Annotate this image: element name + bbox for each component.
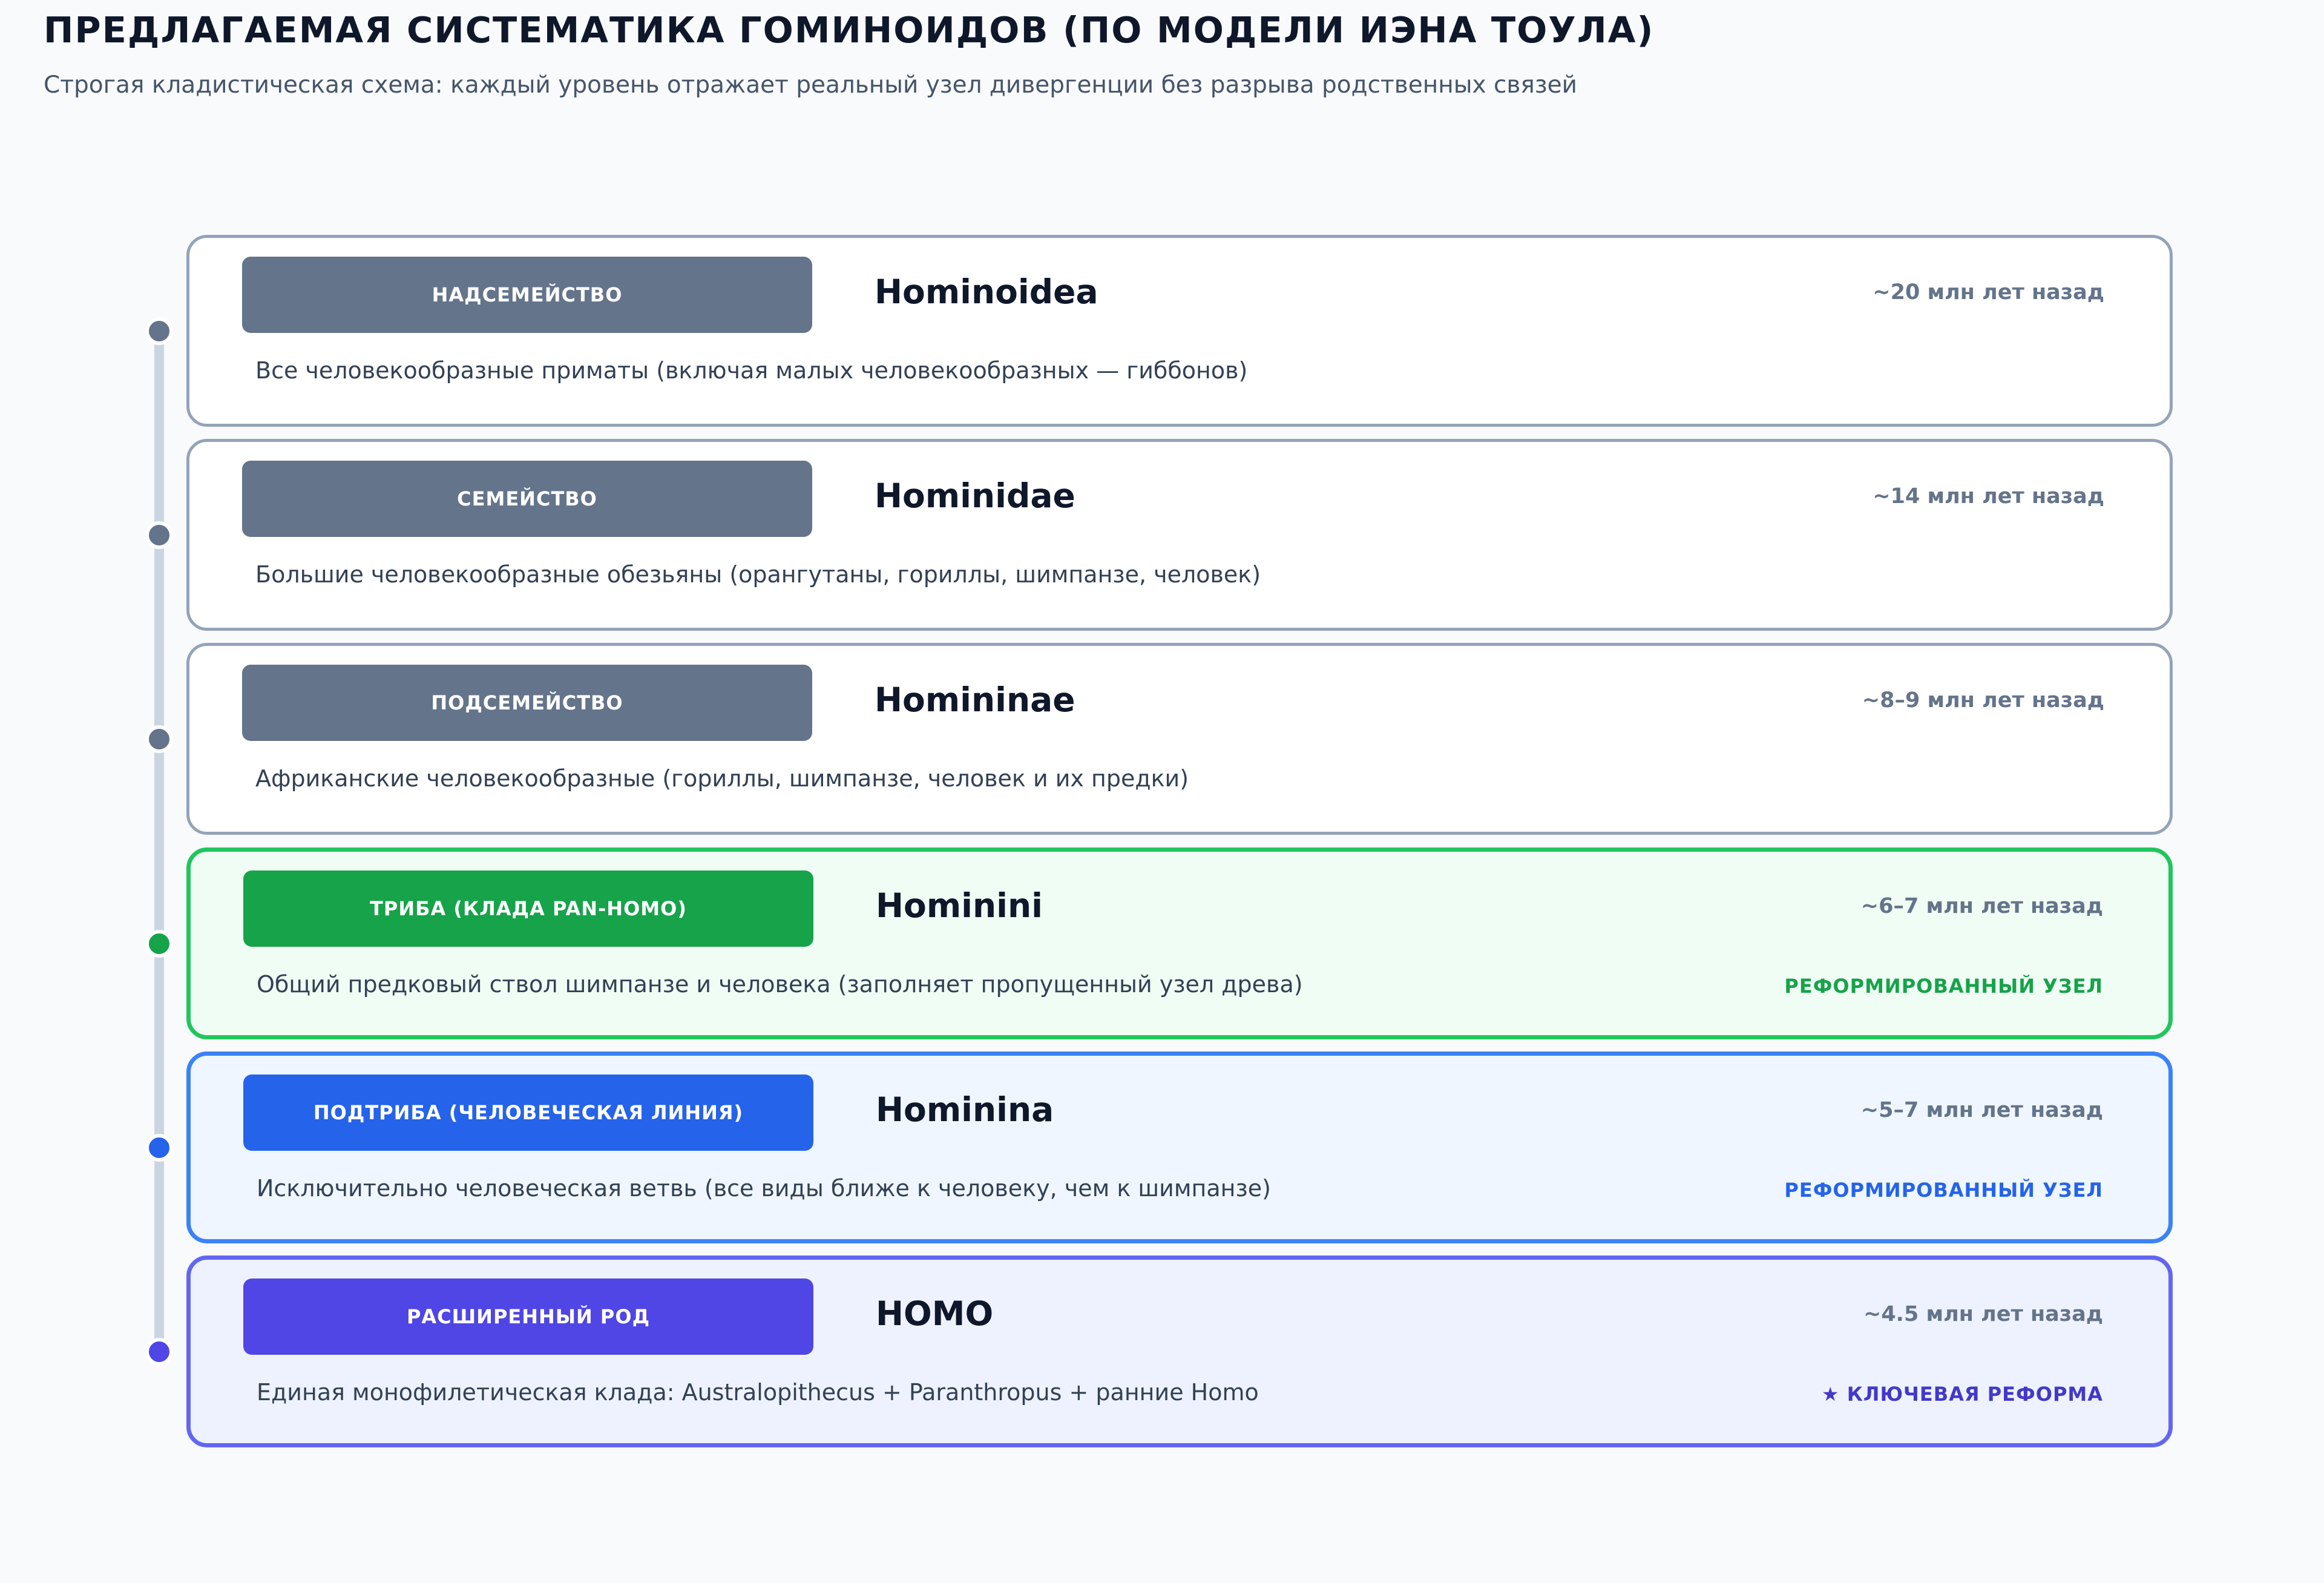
taxon-description: Все человекообразные приматы (включая ма… [255, 357, 1248, 384]
divergence-time: ~6–7 млн лет назад [1860, 894, 2103, 918]
taxon-card-hominina: ПОДТРИБА (ЧЕЛОВЕЧЕСКАЯ ЛИНИЯ) Hominina ~… [186, 1051, 2173, 1243]
timeline-dot [145, 1338, 173, 1366]
taxon-name: HOMO [876, 1294, 994, 1333]
taxon-name: Hominina [876, 1090, 1054, 1129]
taxon-description: Общий предковый ствол шимпанзе и человек… [257, 971, 1303, 998]
timeline-dot [145, 521, 173, 549]
page-title: ПРЕДЛАГАЕМАЯ СИСТЕМАТИКА ГОМИНОИДОВ (ПО … [44, 9, 1655, 51]
rank-badge: НАДСЕМЕЙСТВО [242, 257, 812, 333]
timeline-dot [145, 725, 173, 753]
rank-badge: ТРИБА (КЛАДА PAN-HOMO) [243, 870, 813, 947]
divergence-time: ~5–7 млн лет назад [1860, 1098, 2103, 1122]
page-subtitle: Строгая кладистическая схема: каждый уро… [44, 71, 1577, 99]
key-reform-tag: ★ КЛЮЧЕВАЯ РЕФОРМА [1821, 1383, 2103, 1406]
taxon-description: Большие человекообразные обезьяны (оранг… [255, 561, 1261, 588]
taxon-name: Homininae [875, 680, 1075, 719]
taxon-description: Африканские человекообразные (гориллы, ш… [255, 765, 1189, 792]
reform-tag: РЕФОРМИРОВАННЫЙ УЗЕЛ [1784, 1179, 2103, 1202]
taxon-card-homininae: ПОДСЕМЕЙСТВО Homininae ~8–9 млн лет наза… [186, 643, 2173, 835]
taxon-description: Исключительно человеческая ветвь (все ви… [257, 1175, 1271, 1202]
reform-tag: РЕФОРМИРОВАННЫЙ УЗЕЛ [1784, 975, 2103, 998]
taxon-name: Hominidae [875, 476, 1075, 515]
timeline-line [154, 332, 164, 1352]
timeline-dot [145, 317, 173, 345]
timeline-dot [145, 930, 173, 958]
taxon-card-homo: РАСШИРЕННЫЙ РОД HOMO ~4.5 млн лет назад … [186, 1256, 2173, 1447]
taxon-name: Hominini [876, 886, 1043, 925]
divergence-time: ~8–9 млн лет назад [1862, 688, 2104, 713]
taxon-card-hominidae: СЕМЕЙСТВО Hominidae ~14 млн лет назад Бо… [186, 439, 2173, 631]
divergence-time: ~20 млн лет назад [1873, 280, 2104, 304]
taxon-card-hominini: ТРИБА (КЛАДА PAN-HOMO) Hominini ~6–7 млн… [186, 847, 2173, 1039]
taxon-card-hominoidea: НАДСЕМЕЙСТВО Hominoidea ~20 млн лет наза… [186, 235, 2173, 427]
taxon-description: Единая монофилетическая клада: Australop… [257, 1379, 1259, 1406]
rank-badge: ПОДСЕМЕЙСТВО [242, 665, 812, 741]
divergence-time: ~14 млн лет назад [1873, 484, 2104, 508]
rank-badge: РАСШИРЕННЫЙ РОД [243, 1279, 813, 1355]
divergence-time: ~4.5 млн лет назад [1863, 1302, 2103, 1326]
rank-badge: ПОДТРИБА (ЧЕЛОВЕЧЕСКАЯ ЛИНИЯ) [243, 1075, 813, 1151]
rank-badge: СЕМЕЙСТВО [242, 461, 812, 537]
taxon-name: Hominoidea [875, 272, 1098, 311]
timeline-dot [145, 1134, 173, 1162]
